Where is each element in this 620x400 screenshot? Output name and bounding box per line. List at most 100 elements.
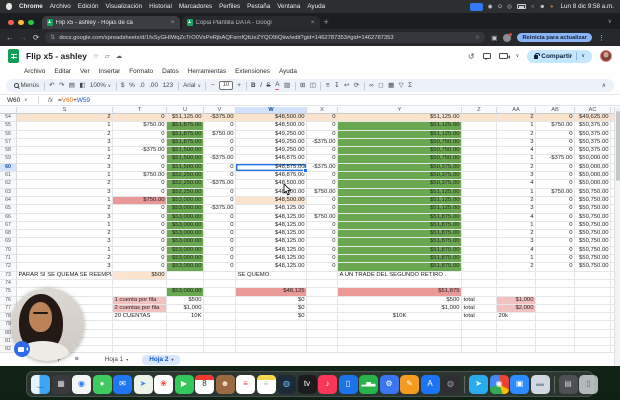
cell-U62[interactable]: $52,250.00 — [167, 180, 204, 188]
chrome-menu-icon[interactable]: ⋮ — [598, 34, 605, 42]
cell-V65[interactable]: -$375.00 — [204, 205, 236, 213]
cell-AB69[interactable]: 0 — [536, 238, 575, 246]
cell-AC75[interactable] — [575, 288, 611, 296]
cell-AA61[interactable]: 3 — [497, 172, 536, 180]
cell-W79[interactable] — [236, 321, 307, 329]
cell-U54[interactable]: $51,125.00 — [167, 114, 204, 122]
cell-Z63[interactable] — [462, 189, 497, 197]
cell-V74[interactable] — [204, 280, 236, 288]
cell-Z72[interactable] — [462, 263, 497, 271]
cell-T64[interactable]: $750.00 — [113, 197, 167, 205]
sheet-tab-hoja-2[interactable]: Hoja 2▾ — [142, 355, 180, 365]
menu-bar-clock[interactable]: Lun 8 dic 9:58 a.m. — [560, 3, 614, 10]
cell-AC77[interactable] — [575, 305, 611, 313]
cell-AC69[interactable]: $50,750.00 — [575, 238, 611, 246]
cell-V76[interactable] — [204, 297, 236, 305]
cell-X60[interactable]: -$375.00 — [307, 164, 338, 172]
cell-S71[interactable]: 2 — [17, 255, 113, 263]
dock-icon-safari[interactable]: ◉ — [72, 375, 91, 394]
cell-U79[interactable] — [167, 321, 204, 329]
create-filter-icon[interactable]: ▽ — [399, 82, 404, 90]
cell-AB78[interactable] — [536, 313, 575, 321]
cell-X63[interactable]: $750.00 — [307, 189, 338, 197]
dock-icon-editor[interactable]: ✎ — [400, 375, 419, 394]
cell-AB66[interactable]: 0 — [536, 214, 575, 222]
cell-V57[interactable]: 0 — [204, 139, 236, 147]
input-badge-icon[interactable] — [470, 3, 483, 11]
cell-AB64[interactable]: 0 — [536, 197, 575, 205]
apple-menu-icon[interactable] — [6, 3, 12, 10]
cell-X72[interactable]: 0 — [307, 263, 338, 271]
cell-T60[interactable]: 0 — [113, 164, 167, 172]
cell-AA64[interactable]: 2 — [497, 197, 536, 205]
cell-AC80[interactable] — [575, 330, 611, 338]
cell-U60[interactable]: $51,500.00 — [167, 164, 204, 172]
decimal-increase-icon[interactable]: .00 — [149, 82, 158, 90]
row-header-58[interactable]: 58 — [0, 147, 17, 155]
extension-icon[interactable]: ▣ — [491, 34, 497, 42]
row-header-73[interactable]: 73 — [0, 272, 17, 280]
cell-AB74[interactable] — [536, 280, 575, 288]
cell-AB55[interactable]: $750.00 — [536, 122, 575, 130]
cell-X62[interactable]: 0 — [307, 180, 338, 188]
dock-icon-mail[interactable]: ✉ — [113, 375, 132, 394]
cell-AA66[interactable]: 4 — [497, 214, 536, 222]
row-header-61[interactable]: 61 — [0, 172, 17, 180]
cell-X70[interactable]: 0 — [307, 247, 338, 255]
cell-X65[interactable]: 0 — [307, 205, 338, 213]
cell-Y62[interactable]: $50,375.00 — [338, 180, 462, 188]
vertical-scrollbar[interactable] — [614, 107, 620, 366]
cell-T56[interactable]: 0 — [113, 131, 167, 139]
address-bar[interactable]: ⇅ docs.google.com/spreadsheets/d/1fsSyGH… — [45, 32, 485, 43]
cell-AB57[interactable]: 0 — [536, 139, 575, 147]
cell-S67[interactable]: 1 — [17, 222, 113, 230]
cell-Z62[interactable] — [462, 180, 497, 188]
cell-Y69[interactable]: $51,875.00 — [338, 238, 462, 246]
cell-AB56[interactable]: 0 — [536, 131, 575, 139]
cell-X81[interactable] — [307, 338, 338, 346]
cell-U81[interactable] — [167, 338, 204, 346]
cell-Z74[interactable] — [462, 280, 497, 288]
cell-Z79[interactable] — [462, 321, 497, 329]
row-header-62[interactable]: 62 — [0, 180, 17, 188]
cell-AA73[interactable] — [497, 272, 536, 280]
cell-Z75[interactable] — [462, 288, 497, 296]
cell-U68[interactable]: $53,000.00 — [167, 230, 204, 238]
cell-Z65[interactable] — [462, 205, 497, 213]
bold-icon[interactable]: B — [251, 82, 256, 90]
cell-W77[interactable]: $0 — [236, 305, 307, 313]
number-format-icon[interactable]: 123 — [163, 82, 174, 90]
cell-T79[interactable] — [113, 321, 167, 329]
horizontal-align-icon[interactable]: ≡ — [326, 82, 330, 90]
document-title[interactable]: Flip x5 - ashley — [26, 51, 87, 61]
cell-Z57[interactable] — [462, 139, 497, 147]
cell-V70[interactable]: 0 — [204, 247, 236, 255]
dock-icon-numbers[interactable]: ▂▅▃ — [359, 375, 378, 394]
cell-T55[interactable]: $750.00 — [113, 122, 167, 130]
cell-AB70[interactable]: 0 — [536, 247, 575, 255]
menu-bar-item-ayuda[interactable]: Ayuda — [307, 3, 325, 10]
cell-Y55[interactable]: $51,125.00 — [338, 122, 462, 130]
new-tab-button[interactable]: + — [320, 17, 335, 29]
cell-W63[interactable]: $48,500.00 — [236, 189, 307, 197]
cell-V72[interactable]: 0 — [204, 263, 236, 271]
cell-AC59[interactable]: $50,000.00 — [575, 155, 611, 163]
cell-T61[interactable]: $750.00 — [113, 172, 167, 180]
dock-icon-chrome[interactable]: ◉ — [490, 375, 509, 394]
cell-Z64[interactable] — [462, 197, 497, 205]
cell-S55[interactable]: 1 — [17, 122, 113, 130]
cell-Y58[interactable]: $50,750.00 — [338, 147, 462, 155]
cell-AA78[interactable]: 20k — [497, 313, 536, 321]
cell-Z61[interactable] — [462, 172, 497, 180]
cell-X57[interactable]: -$375.00 — [307, 139, 338, 147]
cell-U57[interactable]: $51,875.00 — [167, 139, 204, 147]
cell-AC61[interactable]: $50,000.00 — [575, 172, 611, 180]
cell-T63[interactable]: 0 — [113, 189, 167, 197]
dock-icon-photos[interactable]: ❀ — [154, 375, 173, 394]
cell-W76[interactable]: $0 — [236, 297, 307, 305]
cell-V67[interactable]: 0 — [204, 222, 236, 230]
cell-W69[interactable]: $48,125.00 — [236, 238, 307, 246]
cell-Y66[interactable]: $51,875.00 — [338, 214, 462, 222]
cell-Z78[interactable]: total — [462, 313, 497, 321]
column-header-AB[interactable]: AB — [536, 107, 575, 114]
